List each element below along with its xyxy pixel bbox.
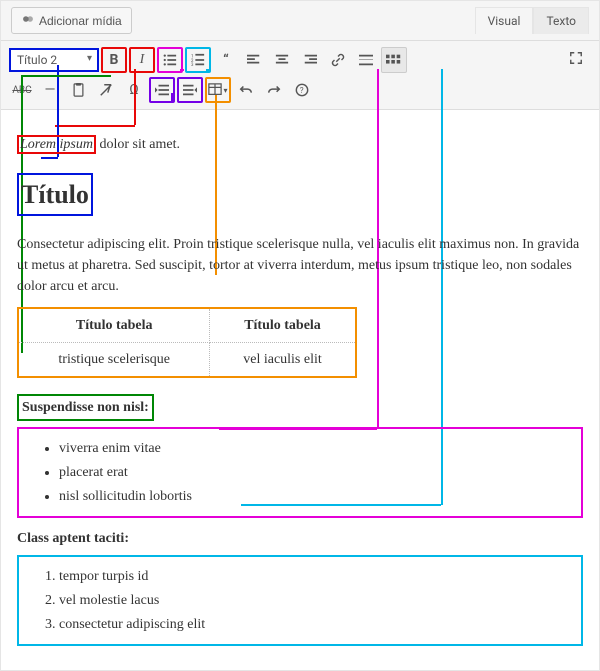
readmore-button[interactable] <box>353 47 379 73</box>
indent-button[interactable] <box>177 77 203 103</box>
unordered-list-box: viverra enim vitae placerat erat nisl so… <box>17 427 583 518</box>
editor-wrapper: Adicionar mídia Visual Texto Título 2 B … <box>0 0 600 671</box>
distraction-free-button[interactable] <box>563 45 589 71</box>
editor-tabs: Visual Texto <box>475 7 589 34</box>
redo-button[interactable] <box>261 77 287 103</box>
table-row: tristique scelerisque vel iaculis elit <box>18 343 356 378</box>
toolbar-toggle-button[interactable] <box>381 47 407 73</box>
unordered-list: viverra enim vitae placerat erat nisl so… <box>49 438 571 507</box>
content-table: Título tabela Título tabela tristique sc… <box>17 307 357 378</box>
link-button[interactable] <box>325 47 351 73</box>
paragraph-body: Consectetur adipiscing elit. Proin trist… <box>17 234 583 297</box>
align-left-button[interactable] <box>241 47 267 73</box>
blockquote-button[interactable]: “ <box>213 47 239 73</box>
table-cell: tristique scelerisque <box>18 343 210 378</box>
ordered-list-box: tempor turpis id vel molestie lacus cons… <box>17 555 583 646</box>
heading-2: Título <box>17 173 93 216</box>
format-select-label: Título 2 <box>17 53 57 67</box>
hr-button[interactable]: — <box>37 77 63 103</box>
table-header: Título tabela <box>210 308 356 343</box>
list-item: placerat erat <box>59 462 571 483</box>
connector-line <box>21 75 111 77</box>
add-media-label: Adicionar mídia <box>39 14 122 28</box>
ordered-list: tempor turpis id vel molestie lacus cons… <box>49 566 571 635</box>
list-item: viverra enim vitae <box>59 438 571 459</box>
add-media-button[interactable]: Adicionar mídia <box>11 7 132 34</box>
italic-button[interactable]: I <box>129 47 155 73</box>
table-header: Título tabela <box>18 308 210 343</box>
paragraph: Lorem ipsum dolor sit amet. <box>17 134 583 155</box>
svg-text:?: ? <box>300 86 304 95</box>
table-button[interactable]: ▾ <box>205 77 231 103</box>
list-item: vel molestie lacus <box>59 590 571 611</box>
svg-text:3: 3 <box>191 63 194 67</box>
media-icon <box>21 12 35 29</box>
list-item: consectetur adipiscing elit <box>59 614 571 635</box>
connector-line <box>180 69 184 71</box>
connector-line <box>206 69 210 71</box>
bold-button[interactable]: B <box>101 47 127 73</box>
toolbar-row-1: Título 2 B I 123 “ <box>9 47 591 73</box>
undo-button[interactable] <box>233 77 259 103</box>
tab-visual[interactable]: Visual <box>475 7 534 34</box>
help-button[interactable]: ? <box>289 77 315 103</box>
table-cell: vel iaculis elit <box>210 343 356 378</box>
table-row: Título tabela Título tabela <box>18 308 356 343</box>
lorem-tail: dolor sit amet. <box>96 137 180 152</box>
subheading: Suspendisse non nisl: <box>17 394 154 421</box>
connector-line <box>171 93 173 101</box>
subheading-class: Class aptent taciti: <box>17 528 583 549</box>
clear-format-button[interactable] <box>93 77 119 103</box>
paste-button[interactable] <box>65 77 91 103</box>
toolbar-row-2: ABC — Ω ▾ <box>9 77 591 103</box>
tab-text[interactable]: Texto <box>533 7 589 34</box>
lorem-highlight: Lorem ipsum <box>17 135 96 154</box>
top-bar: Adicionar mídia Visual Texto <box>1 1 599 41</box>
chevron-down-icon: ▾ <box>223 86 227 95</box>
format-select[interactable]: Título 2 <box>9 48 99 72</box>
list-item: nisl sollicitudin lobortis <box>59 486 571 507</box>
align-right-button[interactable] <box>297 47 323 73</box>
list-item: tempor turpis id <box>59 566 571 587</box>
align-center-button[interactable] <box>269 47 295 73</box>
editor-content[interactable]: Lorem ipsum dolor sit amet. Título Conse… <box>1 110 599 670</box>
